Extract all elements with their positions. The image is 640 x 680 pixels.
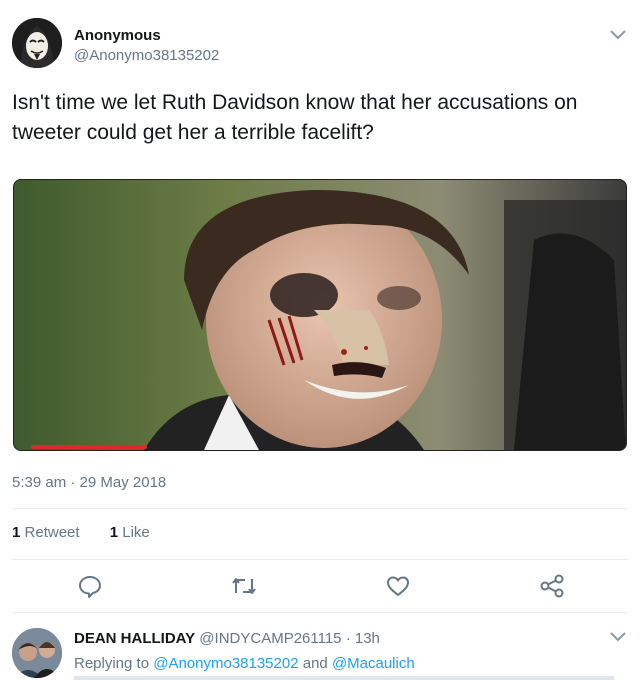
retweet-button[interactable] [230, 572, 258, 600]
reply-text-cutoff [74, 676, 614, 680]
tweet-timestamp[interactable]: 5:39 am · 29 May 2018 [12, 474, 166, 491]
video-progress-bar[interactable] [31, 445, 147, 449]
retweet-stat[interactable]: 1 Retweet [12, 524, 80, 541]
like-icon [387, 576, 409, 596]
anonymous-mask-icon [12, 18, 62, 68]
tweet-stats: 1 Retweet 1 Like [12, 524, 176, 541]
chevron-down-icon[interactable] [608, 28, 628, 42]
reply-button[interactable] [76, 572, 104, 600]
replying-prefix: Replying to [74, 655, 150, 672]
divider [12, 508, 628, 509]
divider [12, 559, 628, 560]
tweet-text: Isn't time we let Ruth Davidson know tha… [12, 91, 578, 144]
reply-author-name[interactable]: DEAN HALLIDAY [74, 630, 195, 647]
chevron-down-icon[interactable] [608, 630, 628, 644]
reply-separator: · [345, 630, 351, 647]
replying-to-link-2[interactable]: @Macaulich [332, 655, 415, 672]
replying-to-link-1[interactable]: @Anonymo38135202 [153, 655, 298, 672]
reply-author-handle[interactable]: @INDYCAMP261115 [199, 630, 341, 647]
share-icon [540, 574, 564, 598]
reply-header: DEAN HALLIDAY @INDYCAMP261115 · 13h [74, 630, 380, 647]
divider [12, 612, 628, 613]
author-handle[interactable]: @Anonymo38135202 [74, 47, 219, 64]
like-button[interactable] [384, 572, 412, 600]
reply-icon [79, 576, 101, 598]
author-avatar[interactable] [12, 18, 62, 68]
like-stat[interactable]: 1 Like [110, 524, 150, 541]
video-thumbnail [14, 180, 626, 450]
retweet-icon [232, 578, 256, 594]
replying-to: Replying to @Anonymo38135202 and @Macaul… [74, 655, 415, 672]
like-label: Like [122, 524, 150, 541]
retweet-label: Retweet [24, 524, 80, 541]
replying-and: and [302, 655, 328, 672]
like-count: 1 [109, 524, 119, 541]
reply-time[interactable]: 13h [355, 630, 380, 647]
tweet-video[interactable] [13, 179, 627, 451]
share-button[interactable] [538, 572, 566, 600]
retweet-count: 1 [12, 524, 21, 541]
avatar-photo-icon [12, 628, 62, 678]
author-name[interactable]: Anonymous [74, 27, 161, 44]
reply-author-avatar[interactable] [12, 628, 62, 678]
